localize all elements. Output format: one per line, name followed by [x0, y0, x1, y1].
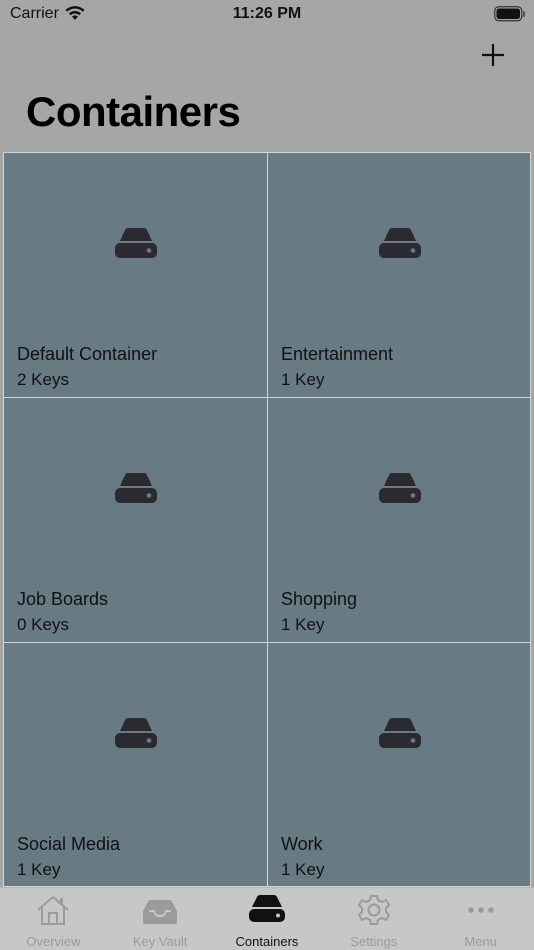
tab-label: Containers	[235, 934, 299, 949]
battery-icon	[494, 6, 526, 27]
status-time: 11:26 PM	[232, 5, 302, 22]
tray-icon	[143, 900, 178, 924]
tab-menu[interactable]: Menu	[427, 888, 534, 950]
add-container-button[interactable]	[478, 40, 508, 70]
drive-icon	[114, 228, 157, 258]
container-key-count: 1 Key	[17, 860, 61, 879]
tab-containers[interactable]: Containers	[214, 888, 321, 950]
container-tile[interactable]: Social Media 1 Key	[4, 643, 267, 886]
tab-label: Overview	[26, 934, 81, 949]
containers-grid: Default Container 2 Keys Entertainment 1…	[3, 152, 531, 887]
drive-icon	[378, 473, 421, 503]
drive-icon	[114, 473, 157, 503]
tab-overview[interactable]: Overview	[0, 888, 107, 950]
gear-icon	[357, 895, 391, 925]
container-name: Job Boards	[17, 589, 109, 609]
container-name: Default Container	[17, 344, 158, 364]
tab-label: Settings	[350, 934, 398, 949]
container-key-count: 1 Key	[281, 370, 325, 389]
status-bar: Carrier 11:26 PM	[0, 0, 534, 30]
navigation-header: Containers	[0, 30, 534, 150]
container-name: Work	[281, 834, 323, 854]
container-key-count: 1 Key	[281, 615, 325, 634]
drive-icon	[114, 718, 157, 748]
container-tile[interactable]: Shopping 1 Key	[268, 398, 530, 642]
tab-settings[interactable]: Settings	[320, 888, 427, 950]
page-title: Containers	[26, 88, 241, 135]
container-key-count: 1 Key	[281, 860, 325, 879]
container-name: Shopping	[281, 589, 358, 609]
container-tile[interactable]: Job Boards 0 Keys	[4, 398, 267, 642]
tab-key-vault[interactable]: Key Vault	[107, 888, 214, 950]
more-icon	[467, 907, 494, 913]
container-name: Entertainment	[281, 344, 394, 364]
drive-icon	[378, 718, 421, 748]
tab-bar: Overview Key Vault Containers Settings M…	[0, 887, 534, 950]
tab-label: Menu	[464, 934, 497, 949]
home-icon	[37, 895, 70, 925]
container-tile[interactable]: Default Container 2 Keys	[4, 153, 267, 397]
container-name: Social Media	[17, 834, 121, 854]
tab-label: Key Vault	[132, 934, 188, 949]
plus-icon	[482, 44, 504, 66]
container-tile[interactable]: Work 1 Key	[268, 643, 530, 886]
drive-icon	[378, 228, 421, 258]
container-key-count: 0 Keys	[17, 615, 69, 634]
container-key-count: 2 Keys	[17, 370, 69, 389]
drive-icon	[248, 895, 285, 922]
container-tile[interactable]: Entertainment 1 Key	[268, 153, 530, 397]
